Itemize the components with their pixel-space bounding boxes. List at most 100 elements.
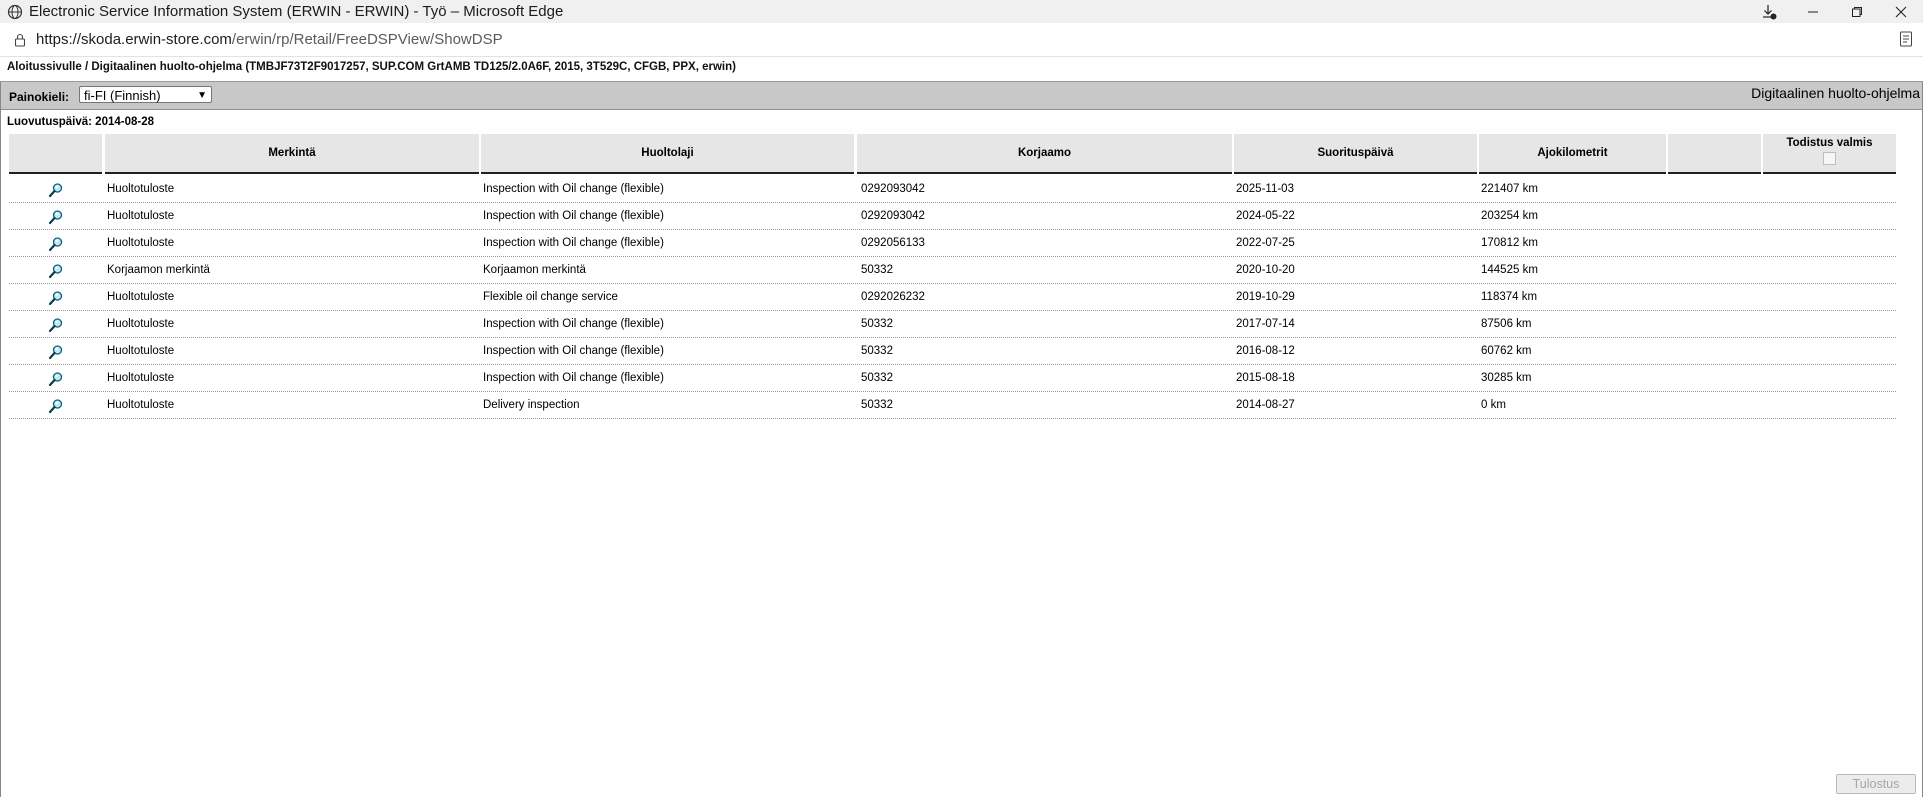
cell-ajokilometrit: 118374 km [1481, 291, 1538, 303]
url-host: https://skoda.erwin-store.com [36, 31, 232, 48]
magnifier-icon[interactable] [48, 317, 64, 333]
browser-window: Electronic Service Information System (E… [0, 0, 1923, 797]
restore-button[interactable] [1835, 0, 1879, 23]
header-merkinta[interactable]: Merkintä [105, 134, 479, 174]
table-row: Korjaamon merkintä Korjaamon merkintä 5033… [9, 257, 1896, 284]
todistus-checkbox[interactable] [1823, 152, 1836, 165]
breadcrumb[interactable]: Aloitussivulle / Digitaalinen huolto-ohj… [7, 61, 736, 73]
close-button[interactable] [1879, 0, 1923, 23]
cell-ajokilometrit: 0 km [1481, 399, 1506, 411]
table-row: Huoltotuloste Inspection with Oil change … [9, 311, 1896, 338]
cell-merkinta: Huoltotuloste [107, 399, 175, 411]
magnifier-icon[interactable] [48, 398, 64, 414]
table-row: Huoltotuloste Flexible oil change service… [9, 284, 1896, 311]
table-row: Huoltotuloste Inspection with Oil change … [9, 176, 1896, 203]
url-text[interactable]: https://skoda.erwin-store.com/erwin/rp/R… [36, 31, 503, 48]
view-entry-button[interactable] [9, 176, 102, 202]
cell-huoltolaji: Inspection with Oil change (flexible) [483, 183, 664, 195]
cell-huoltolaji: Inspection with Oil change (flexible) [483, 318, 664, 330]
cell-merkinta: Korjaamon merkintä [107, 264, 210, 276]
downloads-icon[interactable] [1747, 0, 1791, 23]
cell-korjaamo: 50332 [861, 318, 893, 330]
view-entry-button[interactable] [9, 203, 102, 229]
cell-huoltolaji: Inspection with Oil change (flexible) [483, 210, 664, 222]
magnifier-icon[interactable] [48, 290, 64, 306]
view-entry-button[interactable] [9, 284, 102, 310]
header-ajokilometrit[interactable]: Ajokilometrit [1479, 134, 1666, 174]
cell-ajokilometrit: 144525 km [1481, 264, 1538, 276]
view-entry-button[interactable] [9, 338, 102, 364]
cell-huoltolaji: Inspection with Oil change (flexible) [483, 237, 664, 249]
cell-suorituspaiva: 2014-08-27 [1236, 399, 1295, 411]
cell-ajokilometrit: 60762 km [1481, 345, 1532, 357]
cell-ajokilometrit: 170812 km [1481, 237, 1538, 249]
address-bar[interactable]: https://skoda.erwin-store.com/erwin/rp/R… [0, 23, 1923, 57]
reading-view-icon[interactable] [1899, 31, 1913, 47]
page-content: Aloitussivulle / Digitaalinen huolto-ohj… [0, 57, 1923, 797]
cell-korjaamo: 50332 [861, 399, 893, 411]
table-row: Huoltotuloste Inspection with Oil change … [9, 230, 1896, 257]
print-button[interactable]: Tulostus [1836, 774, 1916, 794]
magnifier-icon[interactable] [48, 371, 64, 387]
header-todistus: Todistus valmis [1763, 134, 1896, 174]
header-huoltolaji[interactable]: Huoltolaji [481, 134, 854, 174]
cell-korjaamo: 0292093042 [861, 210, 925, 222]
cell-huoltolaji: Flexible oil change service [483, 291, 618, 303]
cell-ajokilometrit: 221407 km [1481, 183, 1538, 195]
frame-left-border [0, 82, 1, 797]
service-history-table: Merkintä Huoltolaji Korjaamo Suorituspäi… [9, 134, 1896, 419]
window-controls [1747, 0, 1923, 23]
table-body: Huoltotuloste Inspection with Oil change … [9, 176, 1896, 419]
cell-suorituspaiva: 2025-11-03 [1236, 183, 1294, 195]
magnifier-icon[interactable] [48, 344, 64, 360]
header-todistus-label: Todistus valmis [1786, 137, 1873, 149]
magnifier-icon[interactable] [48, 263, 64, 279]
header-suorituspaiva[interactable]: Suorituspäivä [1234, 134, 1477, 174]
minimize-button[interactable] [1791, 0, 1835, 23]
language-label: Painokieli: [9, 90, 70, 104]
header-view [9, 134, 102, 174]
cell-ajokilometrit: 203254 km [1481, 210, 1538, 222]
table-header: Merkintä Huoltolaji Korjaamo Suorituspäi… [9, 134, 1896, 176]
table-row: Huoltotuloste Inspection with Oil change … [9, 365, 1896, 392]
chevron-down-icon: ▼ [197, 90, 207, 101]
globe-icon [7, 4, 23, 19]
magnifier-icon[interactable] [48, 182, 64, 198]
cell-korjaamo: 0292056133 [861, 237, 925, 249]
magnifier-icon[interactable] [48, 236, 64, 252]
delivery-date: Luovutuspäivä: 2014-08-28 [7, 116, 155, 128]
cell-merkinta: Huoltotuloste [107, 210, 175, 222]
cell-suorituspaiva: 2015-08-18 [1236, 372, 1295, 384]
table-row: Huoltotuloste Inspection with Oil change … [9, 338, 1896, 365]
url-path: /erwin/rp/Retail/FreeDSPView/ShowDSP [231, 31, 503, 48]
view-entry-button[interactable] [9, 392, 102, 418]
cell-ajokilometrit: 87506 km [1481, 318, 1532, 330]
cell-korjaamo: 50332 [861, 345, 893, 357]
view-entry-button[interactable] [9, 230, 102, 256]
cell-huoltolaji: Inspection with Oil change (flexible) [483, 345, 664, 357]
window-title: Electronic Service Information System (E… [29, 3, 564, 20]
magnifier-icon[interactable] [48, 209, 64, 225]
cell-ajokilometrit: 30285 km [1481, 372, 1532, 384]
cell-suorituspaiva: 2017-07-14 [1236, 318, 1295, 330]
view-entry-button[interactable] [9, 365, 102, 391]
header-korjaamo[interactable]: Korjaamo [857, 134, 1232, 174]
cell-korjaamo: 50332 [861, 264, 893, 276]
cell-suorituspaiva: 2024-05-22 [1236, 210, 1295, 222]
language-select[interactable]: fi-FI (Finnish) ▼ [79, 86, 212, 103]
language-select-value: fi-FI (Finnish) [84, 88, 161, 103]
cell-merkinta: Huoltotuloste [107, 183, 175, 195]
view-entry-button[interactable] [9, 311, 102, 337]
language-bar: Painokieli: fi-FI (Finnish) ▼ Digitaalin… [0, 82, 1923, 110]
lock-icon[interactable] [13, 33, 27, 47]
cell-merkinta: Huoltotuloste [107, 372, 175, 384]
view-entry-button[interactable] [9, 257, 102, 283]
cell-merkinta: Huoltotuloste [107, 345, 175, 357]
cell-korjaamo: 50332 [861, 372, 893, 384]
cell-huoltolaji: Inspection with Oil change (flexible) [483, 372, 664, 384]
table-row: Huoltotuloste Delivery inspection 50332 201… [9, 392, 1896, 419]
page-title: Digitaalinen huolto-ohjelma [1751, 85, 1920, 101]
cell-merkinta: Huoltotuloste [107, 237, 175, 249]
cell-merkinta: Huoltotuloste [107, 291, 175, 303]
table-row: Huoltotuloste Inspection with Oil change … [9, 203, 1896, 230]
